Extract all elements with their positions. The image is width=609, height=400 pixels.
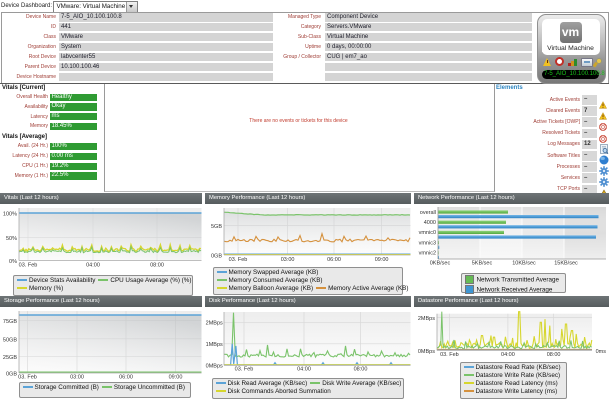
svg-text:08:00: 08:00 (547, 352, 561, 358)
svg-text:2MBps: 2MBps (206, 321, 223, 327)
svg-text:03. Feb: 03. Feb (19, 263, 38, 269)
svg-text:0%: 0% (9, 259, 17, 265)
svg-text:4000: 4000 (424, 220, 436, 226)
svg-text:06:00: 06:00 (327, 257, 341, 263)
svg-text:vmnic0: vmnic0 (419, 230, 436, 236)
svg-text:vmnic2: vmnic2 (419, 251, 436, 257)
svg-text:25GB: 25GB (3, 355, 17, 361)
svg-text:5GB: 5GB (211, 224, 222, 230)
svg-text:50%: 50% (6, 236, 17, 242)
svg-text:2MBps: 2MBps (418, 316, 435, 322)
svg-text:15KB/sec: 15KB/sec (554, 261, 578, 267)
svg-text:1MBps: 1MBps (206, 342, 223, 348)
svg-text:0MBps: 0MBps (418, 349, 435, 355)
svg-text:04:00: 04:00 (501, 352, 515, 358)
svg-text:08:00: 08:00 (150, 263, 164, 269)
svg-text:03:00: 03:00 (70, 375, 84, 381)
svg-text:06:00: 06:00 (119, 375, 133, 381)
svg-text:50GB: 50GB (3, 337, 17, 343)
svg-text:03:00: 03:00 (281, 257, 295, 263)
svg-text:03. Feb: 03. Feb (235, 367, 254, 373)
svg-text:0ms: 0ms (596, 349, 607, 355)
svg-text:09:00: 09:00 (375, 257, 389, 263)
svg-text:75GB: 75GB (3, 319, 17, 325)
svg-text:03. Feb: 03. Feb (18, 375, 37, 381)
svg-text:100%: 100% (3, 212, 17, 218)
svg-text:04:00: 04:00 (86, 263, 100, 269)
svg-text:0GB: 0GB (6, 372, 17, 378)
svg-text:08:00: 08:00 (354, 367, 368, 373)
svg-text:0KB/sec: 0KB/sec (430, 261, 451, 267)
svg-text:vmnic3: vmnic3 (419, 240, 436, 246)
svg-text:03. Feb: 03. Feb (440, 352, 459, 358)
svg-text:03. Feb: 03. Feb (229, 257, 248, 263)
svg-text:0GB: 0GB (211, 254, 222, 260)
svg-text:overall: overall (420, 210, 436, 216)
svg-text:09:00: 09:00 (169, 375, 183, 381)
svg-text:10KB/sec: 10KB/sec (512, 261, 536, 267)
svg-text:0MBps: 0MBps (206, 364, 223, 370)
svg-text:5KB/sec: 5KB/sec (472, 261, 493, 267)
svg-text:04:00: 04:00 (297, 367, 311, 373)
